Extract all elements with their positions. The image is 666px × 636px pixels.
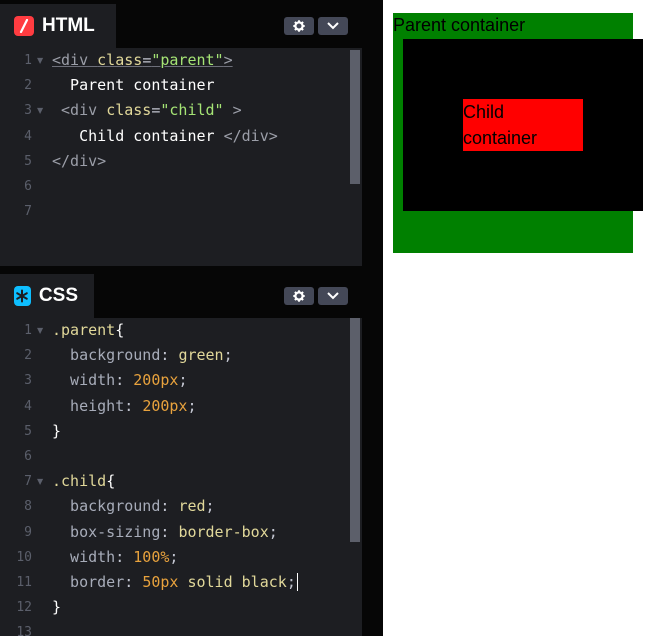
preview-resize-handle[interactable]: [362, 0, 383, 636]
preview-child-text: Child container: [463, 102, 538, 148]
gear-icon: [293, 20, 305, 32]
line-number: 9: [24, 524, 32, 540]
html-code-area[interactable]: 1 ▼ <div class="parent"> 2 Parent contai…: [0, 48, 362, 224]
code-text: height: 200px;: [52, 396, 197, 415]
html-slash-icon: [14, 16, 34, 36]
code-line: 7: [0, 199, 362, 224]
html-scrollbar-thumb[interactable]: [350, 50, 360, 184]
css-tab-title: CSS: [38, 285, 78, 306]
code-line: 5 }: [0, 419, 362, 444]
code-text: box-sizing: border-box;: [52, 522, 278, 541]
line-number: 4: [24, 398, 32, 414]
code-text: </div>: [52, 151, 107, 170]
fold-arrow-icon[interactable]: ▼: [37, 469, 43, 494]
code-line: 12 }: [0, 595, 362, 620]
line-number: 1: [24, 53, 32, 68]
code-text: background: red;: [52, 497, 215, 516]
code-line: 6: [0, 444, 362, 469]
code-text: <div class="child" >: [52, 101, 242, 120]
line-number: 5: [24, 153, 32, 169]
code-text: }: [52, 421, 62, 440]
preview-parent-text: Parent container: [393, 15, 526, 35]
code-text: Parent container: [52, 76, 215, 95]
chevron-down-icon: [327, 22, 339, 30]
html-tab-title: HTML: [42, 15, 95, 36]
line-number: 1: [24, 323, 32, 338]
code-line: 11 border: 50px solid black;: [0, 570, 362, 595]
line-number: 12: [16, 600, 32, 616]
line-number: 5: [24, 423, 32, 439]
code-text: Child container </div>: [52, 126, 278, 145]
code-line: 4 Child container </div>: [0, 124, 362, 149]
code-line: 5 </div>: [0, 149, 362, 174]
line-number: 4: [24, 128, 32, 144]
line-number: 6: [24, 178, 32, 194]
chevron-down-icon: [327, 292, 339, 300]
html-tab[interactable]: HTML: [0, 4, 116, 48]
preview-parent-box: Parent container Child container: [393, 13, 643, 253]
line-number: 2: [24, 78, 32, 94]
css-collapse-button[interactable]: [318, 287, 348, 305]
text-cursor: [296, 573, 298, 592]
fold-arrow-icon[interactable]: ▼: [37, 318, 43, 343]
css-tab[interactable]: CSS: [0, 274, 94, 318]
code-text: width: 200px;: [52, 371, 188, 390]
code-text: width: 100%;: [52, 547, 179, 566]
line-number: 3: [24, 103, 32, 119]
code-line: 2 Parent container: [0, 73, 362, 98]
line-number: 11: [16, 574, 32, 590]
gear-icon: [293, 290, 305, 302]
line-number: 7: [24, 204, 32, 220]
line-number: 8: [24, 499, 32, 515]
code-line: 3 ▼ <div class="child" >: [0, 98, 362, 123]
code-text: .parent{: [52, 321, 125, 339]
html-settings-button[interactable]: [284, 17, 314, 35]
css-asterisk-icon: [14, 286, 31, 306]
result-preview: Parent container Child container: [383, 0, 666, 636]
fold-arrow-icon[interactable]: ▼: [37, 98, 43, 123]
code-text: border: 50px solid black;: [52, 572, 298, 592]
code-text: }: [52, 598, 62, 617]
code-text: <div class="parent">: [52, 51, 233, 69]
code-line: 10 width: 100%;: [0, 545, 362, 570]
code-line: 3 width: 200px;: [0, 368, 362, 393]
css-editor-panel: CSS 1 ▼ .parent{ 2 background: green; 3 …: [0, 270, 362, 636]
code-line: 13: [0, 620, 362, 636]
code-line: 9 box-sizing: border-box;: [0, 520, 362, 545]
html-collapse-button[interactable]: [318, 17, 348, 35]
code-text: .child{: [52, 472, 116, 491]
code-line: 8 background: red;: [0, 494, 362, 519]
line-number: 10: [16, 549, 32, 565]
css-panel-header: CSS: [0, 270, 362, 318]
line-number: 13: [16, 625, 32, 636]
css-settings-button[interactable]: [284, 287, 314, 305]
code-text: background: green;: [52, 346, 233, 365]
css-code-area[interactable]: 1 ▼ .parent{ 2 background: green; 3 widt…: [0, 318, 362, 636]
code-line: 2 background: green;: [0, 343, 362, 368]
html-panel-header: HTML: [0, 0, 362, 48]
css-scrollbar-thumb[interactable]: [350, 318, 360, 542]
code-line: 1 ▼ .parent{: [0, 318, 362, 343]
html-editor-panel: HTML 1 ▼ <div class="parent"> 2 Parent c…: [0, 0, 362, 266]
line-number: 2: [24, 348, 32, 364]
code-line: 7 ▼ .child{: [0, 469, 362, 494]
code-line: 4 height: 200px;: [0, 394, 362, 419]
code-line: 1 ▼ <div class="parent">: [0, 48, 362, 73]
line-number: 6: [24, 448, 32, 464]
fold-arrow-icon[interactable]: ▼: [37, 48, 43, 73]
preview-child-border: Child container: [403, 39, 643, 211]
preview-child-box: Child container: [463, 99, 583, 151]
code-line: 6: [0, 174, 362, 199]
line-number: 7: [24, 474, 32, 490]
line-number: 3: [24, 373, 32, 389]
